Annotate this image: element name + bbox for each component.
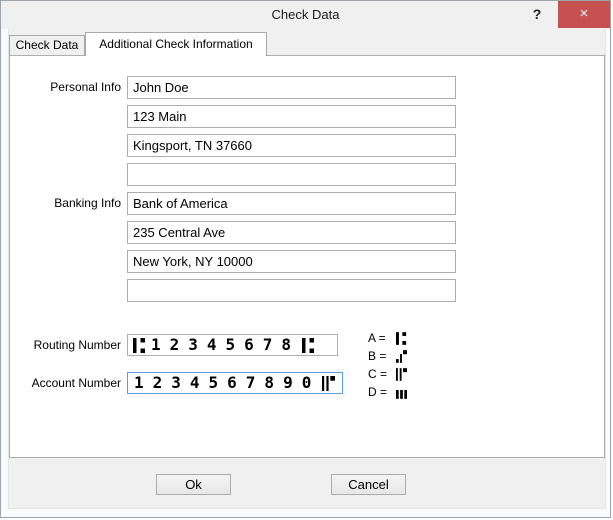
- check-data-dialog: Check Data ? × Check Data Additional Che…: [0, 0, 611, 518]
- banking-info-label: Banking Info: [1, 192, 121, 215]
- micr-transit-icon: [302, 338, 315, 353]
- micr-digits: 12345678: [151, 337, 300, 353]
- bank-address-input[interactable]: [127, 221, 456, 244]
- tab-check-data[interactable]: Check Data: [9, 35, 85, 55]
- legend-key-label: B =: [368, 349, 394, 363]
- micr-on-us-icon: [322, 376, 335, 391]
- titlebar[interactable]: Check Data ? ×: [1, 1, 610, 29]
- micr-transit-icon: [396, 332, 407, 345]
- personal-address-input[interactable]: [127, 105, 456, 128]
- personal-name-input[interactable]: [127, 76, 456, 99]
- micr-digits: 1234567890: [134, 375, 320, 391]
- legend-row: C =: [368, 365, 409, 383]
- bank-name-input[interactable]: [127, 192, 456, 215]
- legend-row: A =: [368, 329, 409, 347]
- routing-number-label: Routing Number: [1, 334, 121, 356]
- legend-row: D =: [368, 383, 409, 401]
- bank-extra-input[interactable]: [127, 279, 456, 302]
- personal-info-label: Personal Info: [1, 76, 121, 99]
- close-button[interactable]: ×: [558, 1, 610, 28]
- micr-amount-icon: [396, 350, 407, 363]
- tab-additional-check-information[interactable]: Additional Check Information: [85, 32, 267, 56]
- dialog-title: Check Data: [1, 1, 610, 29]
- cancel-button[interactable]: Cancel: [331, 474, 406, 495]
- bank-city-input[interactable]: [127, 250, 456, 273]
- legend-row: B =: [368, 347, 409, 365]
- personal-extra-input[interactable]: [127, 163, 456, 186]
- help-button[interactable]: ?: [524, 1, 550, 28]
- legend-key-label: C =: [368, 367, 394, 381]
- account-number-label: Account Number: [1, 372, 121, 394]
- legend-key-label: A =: [368, 331, 394, 345]
- routing-number-input[interactable]: 12345678: [127, 334, 338, 356]
- micr-symbol-legend: A = B = C = D =: [368, 329, 409, 401]
- account-number-input[interactable]: 1234567890: [127, 372, 343, 394]
- personal-city-input[interactable]: [127, 134, 456, 157]
- micr-on-us-icon: [396, 368, 407, 381]
- micr-dash-icon: [396, 386, 407, 399]
- ok-button[interactable]: Ok: [156, 474, 231, 495]
- legend-key-label: D =: [368, 385, 394, 399]
- micr-transit-icon: [133, 338, 146, 353]
